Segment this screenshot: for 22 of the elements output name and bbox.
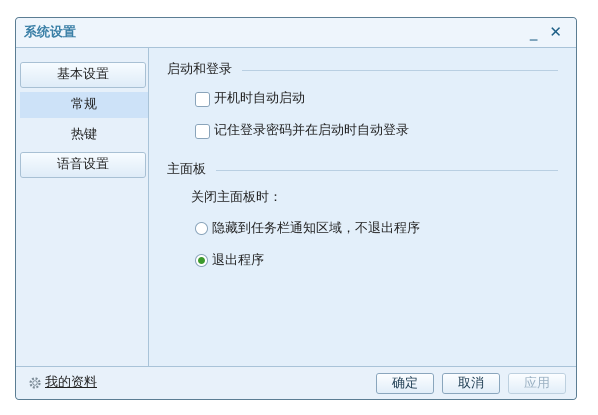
profile-link[interactable]: 我的资料 (28, 373, 368, 393)
sidebar-item[interactable]: 热键 (20, 122, 148, 148)
close-button[interactable]: ✕ (543, 25, 568, 40)
section-heading: 启动和登录 (167, 61, 232, 80)
minimize-button[interactable]: _ (524, 25, 544, 40)
sidebar-item[interactable]: 常规 (20, 92, 148, 118)
sidebar-group-button[interactable]: 基本设置 (20, 62, 146, 88)
radio-button[interactable] (195, 254, 208, 267)
prompt-text: 关闭主面板时： (191, 189, 283, 207)
section-heading: 主面板 (167, 161, 206, 180)
dialog-button[interactable]: 取消 (442, 372, 500, 394)
option-label: 隐藏到任务栏通知区域，不退出程序 (212, 220, 420, 238)
option-label: 开机时自动启动 (214, 90, 305, 108)
radio-button[interactable] (195, 222, 208, 235)
checkbox[interactable] (195, 124, 210, 138)
gear-icon (28, 376, 42, 390)
checkbox[interactable] (195, 92, 210, 106)
option-label: 记住登录密码并在启动时自动登录 (214, 122, 409, 140)
sidebar-group-button[interactable]: 语音设置 (20, 152, 146, 178)
dialog-button[interactable]: 确定 (376, 372, 434, 394)
option-label: 退出程序 (212, 252, 264, 270)
window-title: 系统设置 (24, 24, 77, 42)
